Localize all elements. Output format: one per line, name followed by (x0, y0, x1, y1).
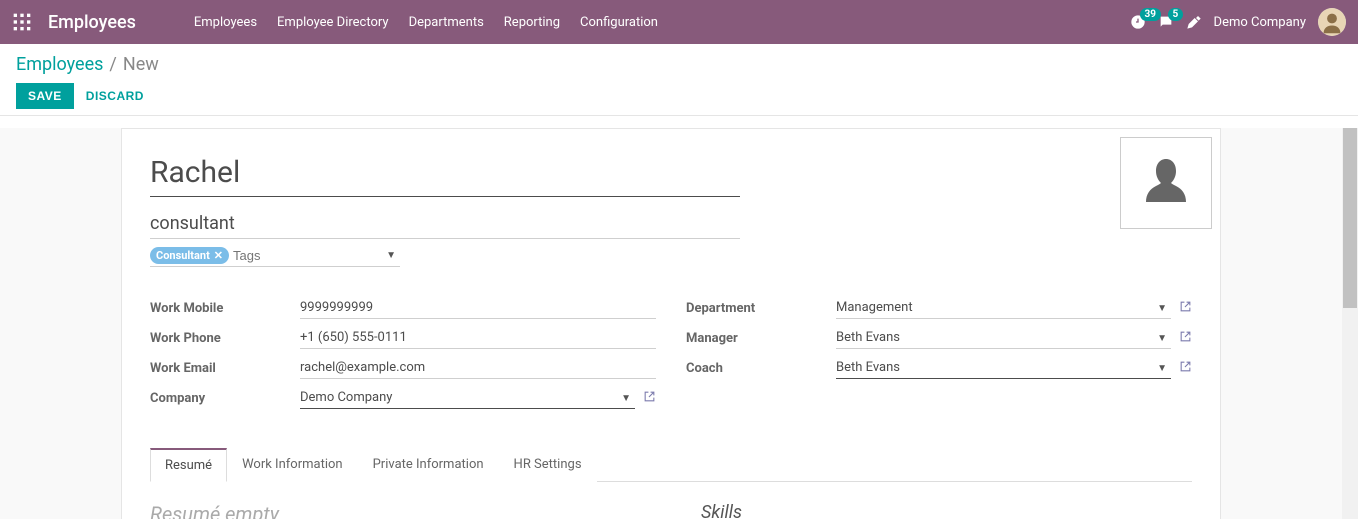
debug-icon[interactable] (1186, 14, 1202, 30)
tab-body: Resumé empty Create a new entry Skills (150, 482, 1192, 519)
tags-dropdown-caret[interactable]: ▼ (386, 250, 396, 261)
department-external-link-icon[interactable] (1179, 300, 1192, 317)
manager-input[interactable] (836, 327, 1171, 349)
work-mobile-input[interactable] (300, 297, 656, 319)
vertical-scrollbar-track[interactable] (1342, 128, 1358, 519)
activity-button[interactable]: 39 (1130, 14, 1146, 30)
breadcrumb-root[interactable]: Employees (16, 54, 103, 75)
notebook-tabs: Resumé Work Information Private Informat… (150, 447, 1192, 482)
department-label: Department (686, 301, 836, 316)
company-label: Company (150, 391, 300, 406)
form-columns: Work Mobile Work Phone Work Email Compan… (150, 295, 1192, 415)
tab-private-information[interactable]: Private Information (358, 448, 499, 482)
tags-input[interactable] (233, 248, 409, 263)
nav-reporting[interactable]: Reporting (494, 0, 570, 44)
form-scroll-area[interactable]: Consultant ✕ ▼ Work Mobile Work Phone Wo… (0, 128, 1342, 519)
coach-label: Coach (686, 361, 836, 376)
work-email-label: Work Email (150, 361, 300, 376)
skills-header: Skills (701, 502, 742, 519)
resume-empty-text: Resumé empty (150, 502, 641, 519)
form-col-right: Department ▼ Manager (686, 295, 1192, 415)
company-external-link-icon[interactable] (643, 390, 656, 407)
save-button[interactable]: Save (16, 83, 74, 109)
apps-icon[interactable] (12, 12, 32, 32)
topbar-right: 39 5 Demo Company (1130, 8, 1346, 36)
form-sheet: Consultant ✕ ▼ Work Mobile Work Phone Wo… (121, 128, 1221, 519)
employee-photo[interactable] (1120, 137, 1212, 229)
department-caret-icon[interactable]: ▼ (1157, 303, 1167, 314)
coach-caret-icon[interactable]: ▼ (1157, 363, 1167, 374)
person-silhouette-icon (1134, 151, 1198, 215)
skills-pane: Skills (701, 502, 1192, 519)
manager-caret-icon[interactable]: ▼ (1157, 333, 1167, 344)
company-selector[interactable]: Demo Company (1214, 15, 1306, 30)
coach-input[interactable] (836, 357, 1171, 379)
nav-employees[interactable]: Employees (184, 0, 267, 44)
breadcrumb: Employees / New (16, 54, 1342, 75)
user-avatar[interactable] (1318, 8, 1346, 36)
work-phone-input[interactable] (300, 327, 656, 349)
tag-chip: Consultant ✕ (150, 247, 229, 264)
work-email-input[interactable] (300, 357, 656, 379)
manager-label: Manager (686, 331, 836, 346)
tab-hr-settings[interactable]: HR Settings (499, 448, 597, 482)
work-phone-label: Work Phone (150, 331, 300, 346)
nav-employee-directory[interactable]: Employee Directory (267, 0, 399, 44)
app-title[interactable]: Employees (48, 12, 136, 33)
department-input[interactable] (836, 297, 1171, 319)
messages-button[interactable]: 5 (1158, 14, 1174, 30)
resume-pane: Resumé empty Create a new entry (150, 502, 641, 519)
tab-work-information[interactable]: Work Information (227, 448, 358, 482)
control-bar: Employees / New Save Discard (0, 44, 1358, 116)
tab-resume[interactable]: Resumé (150, 448, 227, 482)
main-nav: Employees Employee Directory Departments… (184, 0, 668, 44)
work-mobile-label: Work Mobile (150, 301, 300, 316)
company-caret-icon[interactable]: ▼ (621, 393, 631, 404)
messages-badge: 5 (1168, 8, 1184, 21)
tags-field[interactable]: Consultant ✕ ▼ (150, 247, 400, 267)
manager-external-link-icon[interactable] (1179, 330, 1192, 347)
action-buttons: Save Discard (16, 83, 1342, 109)
company-input[interactable] (300, 387, 635, 409)
breadcrumb-sep: / (109, 54, 116, 75)
coach-external-link-icon[interactable] (1179, 360, 1192, 377)
vertical-scrollbar-thumb[interactable] (1343, 128, 1357, 308)
breadcrumb-current: New (123, 54, 159, 75)
form-col-left: Work Mobile Work Phone Work Email Compan… (150, 295, 656, 415)
discard-button[interactable]: Discard (86, 89, 144, 103)
topbar: Employees Employees Employee Directory D… (0, 0, 1358, 44)
job-title-input[interactable] (150, 209, 740, 239)
nav-departments[interactable]: Departments (399, 0, 494, 44)
nav-configuration[interactable]: Configuration (570, 0, 668, 44)
employee-name-input[interactable] (150, 153, 740, 197)
tag-label: Consultant (156, 249, 210, 262)
tag-remove-icon[interactable]: ✕ (214, 249, 223, 262)
